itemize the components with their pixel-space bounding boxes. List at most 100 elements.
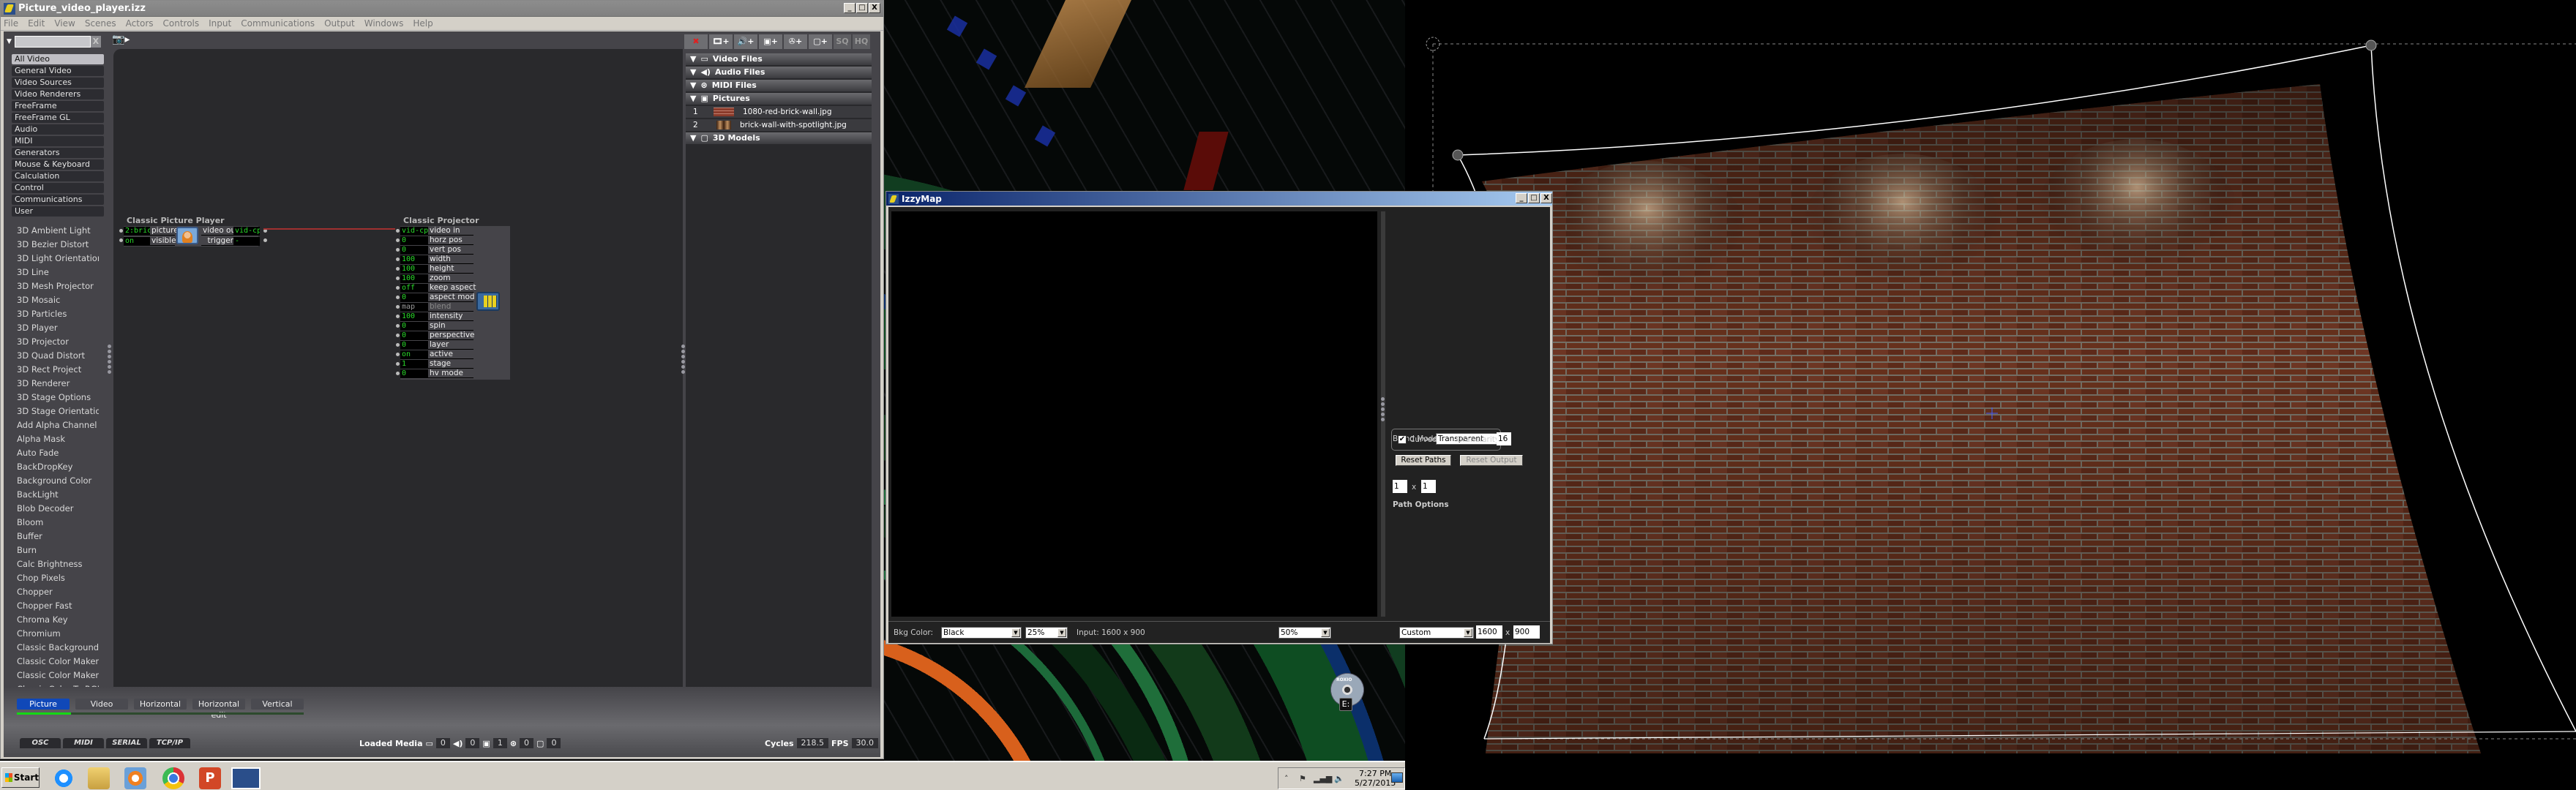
input-port[interactable] <box>396 343 400 347</box>
clear-search-button[interactable]: X <box>90 36 101 48</box>
actor-item[interactable]: Bloom <box>17 516 99 530</box>
actor-item[interactable]: 3D Rect Project <box>17 363 99 377</box>
scene-tab-vertical[interactable]: Vertical <box>251 699 304 710</box>
property-value[interactable]: vid-cpu <box>400 226 428 236</box>
actor-item[interactable]: 3D Projector <box>17 335 99 349</box>
output-height-input[interactable]: 900 <box>1513 625 1540 639</box>
input-port[interactable] <box>396 296 400 299</box>
category-item[interactable]: FreeFrame <box>12 101 104 111</box>
actor-item[interactable]: Blob Decoder <box>17 502 99 516</box>
remove-media-button[interactable]: ✖ <box>684 34 708 49</box>
menu-edit[interactable]: Edit <box>28 18 45 29</box>
serial-tab[interactable]: SERIAL <box>106 738 147 748</box>
add-midi-button[interactable]: ✇+ <box>784 34 807 49</box>
actor-item[interactable]: Classic Color Maker <box>17 655 99 669</box>
input-port[interactable] <box>396 305 400 309</box>
actor-item[interactable]: BackLight <box>17 488 99 502</box>
input-port[interactable] <box>396 362 400 366</box>
minimize-button[interactable]: _ <box>1516 193 1527 203</box>
minimize-button[interactable]: _ <box>844 3 855 13</box>
snapshot-camera-icon[interactable]: 📷▸ <box>112 34 130 45</box>
chrome-icon[interactable] <box>162 767 184 789</box>
grid-columns-input[interactable]: 1 <box>1393 480 1407 493</box>
category-item[interactable]: General Video <box>12 66 104 76</box>
actor-item[interactable]: 3D Line <box>17 266 99 279</box>
corner-handle[interactable] <box>2365 40 2377 51</box>
input-port[interactable] <box>396 257 400 261</box>
input-port[interactable] <box>396 229 400 233</box>
category-item[interactable]: FreeFrame GL <box>12 113 104 123</box>
actor-item[interactable]: Add Alpha Channel <box>17 418 99 432</box>
menu-output[interactable]: Output <box>324 18 355 29</box>
powerpoint-icon[interactable]: P <box>199 767 221 789</box>
granularity-input[interactable]: 16 <box>1497 432 1511 445</box>
media-file-row[interactable]: 1 1080-red-brick-wall.jpg <box>686 106 872 118</box>
media-section-3d-models[interactable]: ▼ ▢ 3D Models <box>686 132 872 144</box>
input-port[interactable] <box>396 372 400 375</box>
actor-item[interactable]: Chromium <box>17 627 99 641</box>
close-button[interactable]: X <box>869 3 880 13</box>
input-port[interactable] <box>396 276 400 280</box>
input-port[interactable] <box>119 229 123 233</box>
category-item[interactable]: Generators <box>12 148 104 158</box>
izzymap-input-canvas[interactable] <box>891 211 1377 617</box>
category-item[interactable]: All Video <box>12 54 104 64</box>
actor-item[interactable]: Classic Color Maker <box>17 669 99 682</box>
add-picture-button[interactable]: ▣+ <box>759 34 782 49</box>
izzymap-splitter[interactable] <box>1381 211 1385 617</box>
category-item[interactable]: Video Renderers <box>12 89 104 99</box>
maximize-button[interactable]: □ <box>856 3 868 13</box>
scene-tab-picture[interactable]: Picture <box>17 699 70 710</box>
picture-player-title[interactable]: Classic Picture Player <box>127 216 225 225</box>
property-value[interactable]: 0 <box>400 245 428 255</box>
actor-item[interactable]: Calc Brightness <box>17 557 99 571</box>
actor-item[interactable]: 3D Renderer <box>17 377 99 391</box>
media-section-midi[interactable]: ▼ ⊛ MIDI Files <box>686 80 872 91</box>
title-bar[interactable]: Picture_video_player.izz _ □ X <box>1 1 883 17</box>
panel-resize-grip[interactable] <box>108 345 112 374</box>
media-section-audio[interactable]: ▼ ◀) Audio Files <box>686 67 872 78</box>
output-preset-select[interactable]: Custom ▼ <box>1399 627 1474 639</box>
actor-item[interactable]: Alpha Mask <box>17 432 99 446</box>
property-value[interactable]: 100 <box>400 312 428 321</box>
property-value[interactable]: map <box>400 302 428 312</box>
input-zoom-select[interactable]: 25% ▼ <box>1025 627 1068 639</box>
input-port[interactable] <box>396 353 400 356</box>
input-port[interactable] <box>119 238 123 242</box>
actor-item[interactable]: 3D Player <box>17 321 99 335</box>
actor-search-input[interactable] <box>14 36 91 48</box>
category-item[interactable]: MIDI <box>12 136 104 146</box>
input-port[interactable] <box>396 315 400 318</box>
actor-item[interactable]: Chopper <box>17 585 99 599</box>
actor-item[interactable]: 3D Mesh Projector <box>17 279 99 293</box>
show-hidden-icons-icon[interactable]: ˄ <box>1284 774 1289 783</box>
property-value[interactable]: 0 <box>400 340 428 350</box>
media-file-row[interactable]: 2 brick-wall-with-spotlight.jpg <box>686 119 872 131</box>
property-value[interactable]: 0 <box>400 236 428 245</box>
patch-editor[interactable]: Classic Picture Player 2:brick- picture … <box>113 49 683 687</box>
corner-handle[interactable] <box>1452 149 1464 161</box>
projector-title[interactable]: Classic Projector <box>403 216 479 225</box>
actor-item[interactable]: Classic Background <box>17 641 99 655</box>
network-signal-icon[interactable]: ▂▄▆ <box>1314 774 1332 783</box>
category-item[interactable]: User <box>12 206 104 217</box>
grid-rows-input[interactable]: 1 <box>1421 480 1436 493</box>
actor-item[interactable]: 3D Quad Distort <box>17 349 99 363</box>
actor-item[interactable]: Chop Pixels <box>17 571 99 585</box>
osc-tab[interactable]: OSC <box>20 738 61 748</box>
actor-item[interactable]: 3D Ambient Light <box>17 224 99 238</box>
menu-windows[interactable]: Windows <box>364 18 404 29</box>
actor-item[interactable]: BackDropKey <box>17 460 99 474</box>
property-value[interactable]: 100 <box>400 255 428 264</box>
media-section-video[interactable]: ▼ ▭ Video Files <box>686 53 872 65</box>
menu-view[interactable]: View <box>54 18 75 29</box>
input-port[interactable] <box>396 248 400 252</box>
output-port[interactable] <box>263 238 267 242</box>
sq-button[interactable]: SQ <box>834 34 851 49</box>
input-port[interactable] <box>396 238 400 242</box>
actor-item[interactable]: 3D Stage Orientation <box>17 405 99 418</box>
actor-item[interactable]: 3D Stage Options <box>17 391 99 405</box>
projector-actor[interactable]: vid-cpuvideo in0horz pos0vert pos100widt… <box>396 226 510 380</box>
patch-cable[interactable] <box>263 228 395 230</box>
menu-actors[interactable]: Actors <box>126 18 154 29</box>
